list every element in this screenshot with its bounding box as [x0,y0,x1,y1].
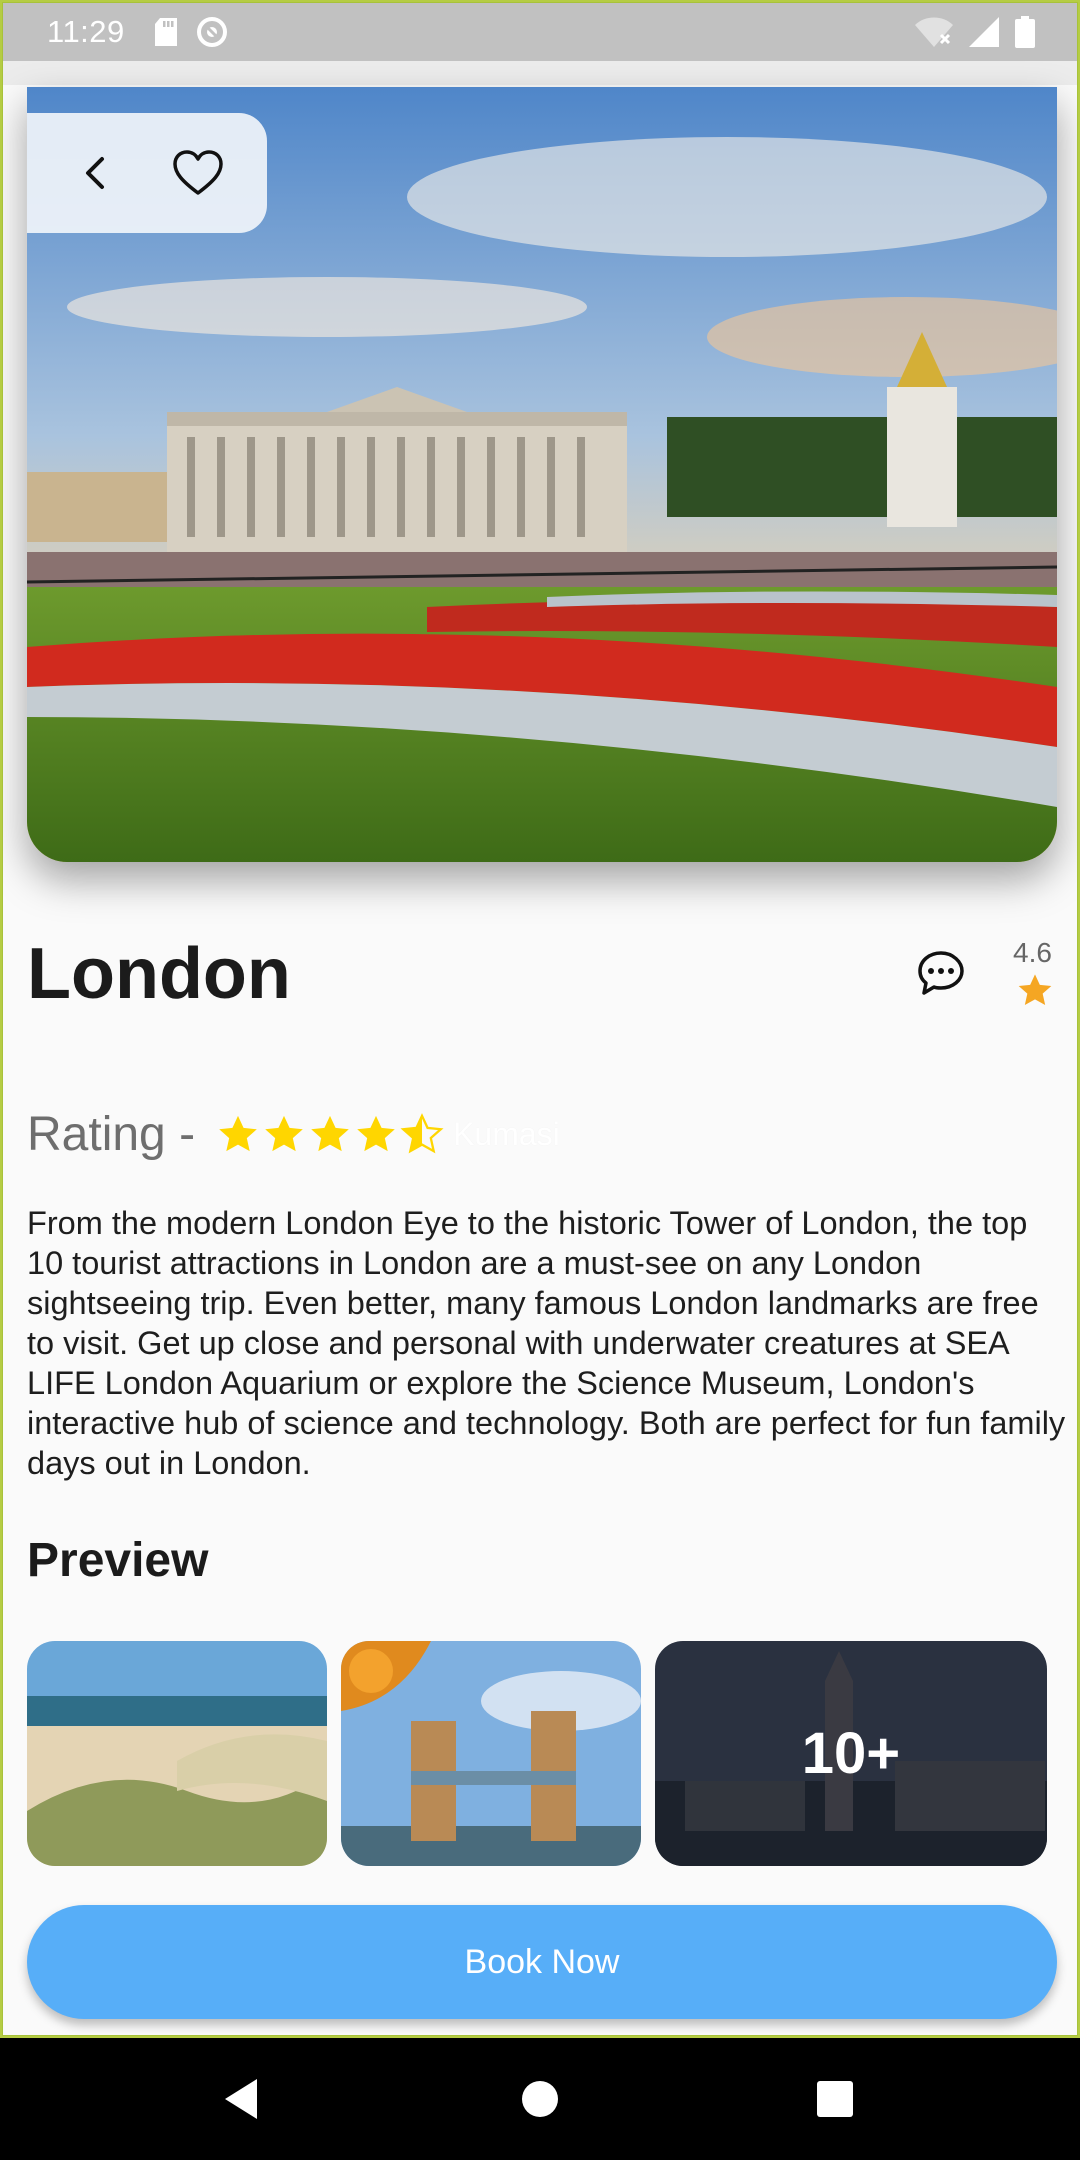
page-title: London [27,934,291,1014]
rating-stars [215,1112,445,1158]
star-full-icon [219,1115,257,1151]
square-recents-icon [817,2081,853,2117]
chat-button[interactable] [917,949,973,1005]
rating-location: Kumasi [453,1116,560,1152]
beach-dunes-photo [27,1641,327,1866]
chevron-left-icon [86,157,104,189]
chat-bubble-icon [918,951,964,995]
star-half-icon [400,1112,444,1153]
hero-image [27,87,1057,862]
description-text: From the modern London Eye to the histor… [27,1205,1066,1481]
status-underlay [3,61,1077,85]
rating-value: 4.6 [1013,937,1052,968]
nav-recents-button[interactable] [798,2062,872,2136]
rating-row: Rating - Kumasi [27,1107,560,1162]
nav-bar [0,2038,1080,2160]
book-now-button[interactable]: Book Now [27,1905,1057,2019]
triangle-back-icon [225,2079,257,2119]
wifi-off-icon [915,17,953,47]
preview-item[interactable] [27,1641,327,1866]
circle-home-icon [522,2081,558,2117]
sd-card-icon [154,18,177,46]
star-full-icon [357,1115,395,1151]
app-screen: 11:29 London 4.6 Rating - Kumasi From th… [2,2,1078,2036]
status-time: 11:29 [47,14,125,49]
rating-label: Rating - [27,1108,196,1161]
signal-icon [969,17,999,47]
preview-title: Preview [27,1534,209,1587]
preview-more-label: 10+ [801,1721,901,1786]
battery-icon [1015,16,1035,48]
heart-outline-icon [173,150,223,195]
nav-home-button[interactable] [503,2062,577,2136]
preview-item-more[interactable]: 10+ [655,1641,1047,1866]
data-saver-icon [195,15,229,49]
preview-item[interactable] [341,1641,641,1866]
status-bar: 11:29 [3,3,1077,61]
back-button[interactable] [61,138,131,208]
hero-controls [27,113,267,233]
favorite-button[interactable] [163,138,233,208]
star-full-icon [265,1115,303,1151]
star-full-icon [311,1115,349,1151]
tower-bridge-photo [341,1641,641,1866]
star-icon [1015,971,1055,1011]
nav-back-button[interactable] [204,2062,278,2136]
